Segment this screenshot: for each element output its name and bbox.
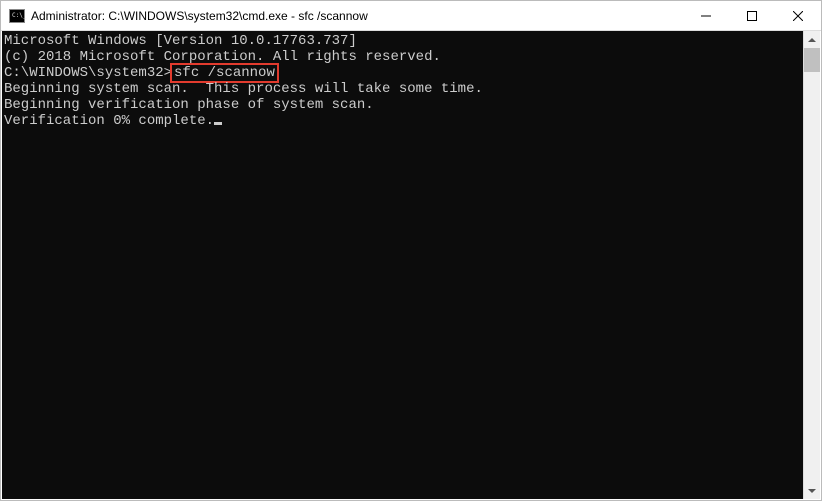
output-line: Beginning system scan. This process will… <box>4 81 803 97</box>
close-button[interactable] <box>775 1 821 30</box>
command-highlight: sfc /scannow <box>170 63 279 83</box>
output-text: Verification 0% complete. <box>4 113 214 129</box>
output-line: Microsoft Windows [Version 10.0.17763.73… <box>4 33 803 49</box>
close-icon <box>793 11 803 21</box>
minimize-icon <box>701 11 711 21</box>
console-output[interactable]: Microsoft Windows [Version 10.0.17763.73… <box>2 31 803 499</box>
scroll-thumb[interactable] <box>804 48 820 72</box>
chevron-down-icon <box>808 489 816 493</box>
prompt-line: C:\WINDOWS\system32>sfc /scannow <box>4 65 803 81</box>
maximize-button[interactable] <box>729 1 775 30</box>
window-titlebar[interactable]: Administrator: C:\WINDOWS\system32\cmd.e… <box>1 1 821 31</box>
console-container: Microsoft Windows [Version 10.0.17763.73… <box>2 31 820 499</box>
text-cursor <box>214 122 222 125</box>
output-line: (c) 2018 Microsoft Corporation. All righ… <box>4 49 803 65</box>
scroll-down-button[interactable] <box>804 482 820 499</box>
window-title: Administrator: C:\WINDOWS\system32\cmd.e… <box>31 9 683 23</box>
scroll-up-button[interactable] <box>804 31 820 48</box>
vertical-scrollbar[interactable] <box>803 31 820 499</box>
output-line: Beginning verification phase of system s… <box>4 97 803 113</box>
output-line: Verification 0% complete. <box>4 113 803 129</box>
maximize-icon <box>747 11 757 21</box>
prompt-text: C:\WINDOWS\system32> <box>4 65 172 81</box>
minimize-button[interactable] <box>683 1 729 30</box>
window-controls <box>683 1 821 30</box>
cmd-icon <box>9 9 25 23</box>
chevron-up-icon <box>808 38 816 42</box>
